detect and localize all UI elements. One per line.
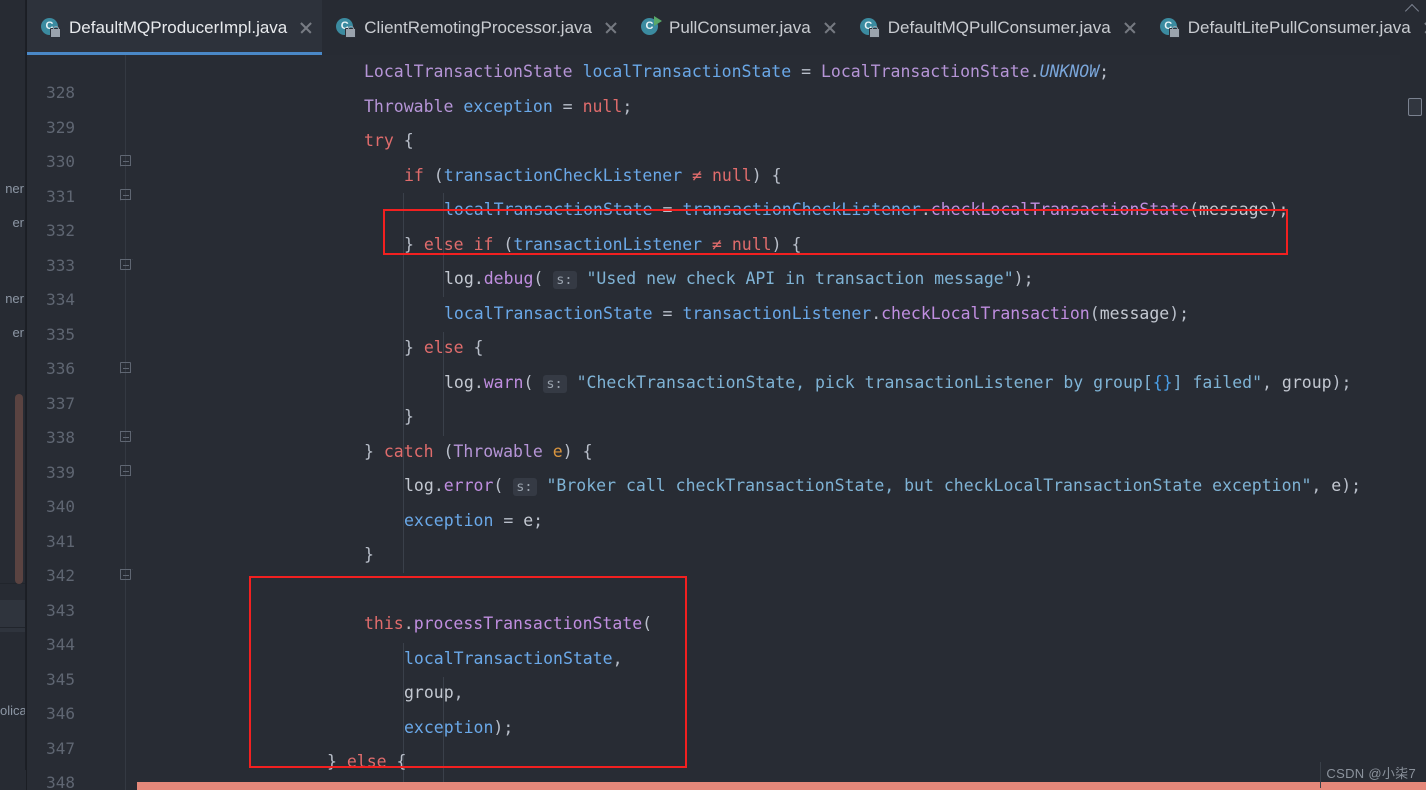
project-tree-item[interactable]: ner <box>0 288 25 310</box>
close-icon[interactable] <box>1122 20 1138 36</box>
line-number: 343 <box>46 600 75 620</box>
project-tree-panel[interactable]: ner er ner er olica <box>0 0 26 790</box>
line-number: 336 <box>46 359 75 378</box>
tab-PullConsumer[interactable]: C PullConsumer.java <box>627 0 846 55</box>
bottom-panel-strip <box>137 782 1426 790</box>
line-number: 344 <box>46 635 75 654</box>
fold-marker[interactable] <box>118 430 134 446</box>
project-tree-item[interactable]: er <box>0 212 25 234</box>
project-tree-item[interactable]: ner <box>0 178 25 200</box>
code-line[interactable]: group, <box>137 676 1426 711</box>
fold-marker[interactable] <box>118 154 134 170</box>
code-line[interactable]: log.error( s: "Broker call checkTransact… <box>137 469 1426 504</box>
line-number: 340 <box>46 497 75 516</box>
project-tree-item[interactable]: er <box>0 322 25 344</box>
tab-DefaultLitePullConsumer[interactable]: C DefaultLitePullConsumer.java <box>1146 0 1426 55</box>
code-line[interactable]: localTransactionState = transactionCheck… <box>137 193 1426 228</box>
tab-label: ClientRemotingProcessor.java <box>364 17 592 37</box>
line-number: 346 <box>46 704 75 723</box>
code-line[interactable]: exception); <box>137 711 1426 746</box>
line-number: 338 <box>46 428 75 447</box>
line-number: 330 <box>46 152 75 171</box>
code-line[interactable]: exception = e; <box>137 504 1426 539</box>
watermark-divider <box>1320 762 1321 788</box>
line-number: 348 <box>46 773 75 790</box>
inlay-parameter-hint: s: <box>553 271 577 289</box>
code-line[interactable]: } <box>137 400 1426 435</box>
fold-marker[interactable] <box>118 568 134 584</box>
panel-divider <box>0 627 25 628</box>
editor-gutter[interactable]: 328 329 330 331 332 333 334 335 336 337 … <box>27 55 137 790</box>
code-line[interactable]: if (transactionCheckListener ≠ null) { <box>137 159 1426 194</box>
code-line[interactable]: LocalTransactionState localTransactionSt… <box>137 55 1426 90</box>
bottom-panel-left-gap <box>0 770 26 790</box>
inlay-parameter-hint: s: <box>513 478 537 496</box>
line-number: 337 <box>46 393 75 413</box>
code-line[interactable]: Throwable exception = null; <box>137 90 1426 125</box>
fold-marker[interactable] <box>118 361 134 377</box>
java-class-icon: C <box>859 18 880 38</box>
close-icon[interactable] <box>1422 20 1426 36</box>
close-icon[interactable] <box>298 20 314 36</box>
fold-marker[interactable] <box>118 258 134 274</box>
code-line[interactable]: try { <box>137 124 1426 159</box>
bookmark-icon[interactable] <box>1408 98 1422 116</box>
tab-label: DefaultMQPullConsumer.java <box>887 17 1111 37</box>
editor-tab-bar: C DefaultMQProducerImpl.java C ClientRem… <box>27 0 1426 55</box>
line-number: 332 <box>46 221 75 240</box>
watermark: CSDN @小柒7 <box>1326 766 1416 781</box>
line-number: 347 <box>46 738 75 758</box>
code-line[interactable]: this.processTransactionState( <box>137 607 1426 642</box>
code-line[interactable]: } else { <box>137 331 1426 366</box>
code-line[interactable]: } else if (transactionListener ≠ null) { <box>137 228 1426 263</box>
line-number: 329 <box>46 117 75 137</box>
tab-DefaultMQProducerImpl[interactable]: C DefaultMQProducerImpl.java <box>27 0 323 55</box>
close-icon[interactable] <box>822 20 838 36</box>
line-number: 342 <box>46 566 75 585</box>
close-icon[interactable] <box>603 20 619 36</box>
tab-DefaultMQPullConsumer[interactable]: C DefaultMQPullConsumer.java <box>846 0 1146 55</box>
editor-right-strip[interactable] <box>1400 55 1426 790</box>
code-line[interactable]: } <box>137 538 1426 573</box>
inlay-parameter-hint: s: <box>543 374 567 393</box>
tab-label: PullConsumer.java <box>668 17 811 37</box>
code-line[interactable]: } else { <box>137 745 1426 780</box>
java-class-icon: C <box>41 18 61 38</box>
tab-label: DefaultMQProducerImpl.java <box>69 17 288 37</box>
ide-window: ner er ner er olica C DefaultMQProducerI… <box>0 0 1426 790</box>
tab-label: DefaultLitePullConsumer.java <box>1187 17 1411 37</box>
code-line[interactable]: } catch (Throwable e) { <box>137 435 1426 470</box>
java-runnable-class-icon: C <box>640 16 662 37</box>
line-number: 328 <box>46 83 75 102</box>
line-number: 333 <box>46 255 75 275</box>
fold-marker[interactable] <box>118 464 134 480</box>
code-line[interactable]: log.debug( s: "Used new check API in tra… <box>137 262 1426 297</box>
code-line[interactable]: localTransactionState = transactionListe… <box>137 297 1426 332</box>
line-number: 331 <box>46 186 75 206</box>
project-tree-scrollbar[interactable] <box>15 394 23 584</box>
line-number: 334 <box>46 290 75 309</box>
line-number: 341 <box>46 531 75 551</box>
line-number: 339 <box>46 462 75 482</box>
line-number: 335 <box>46 324 75 344</box>
editor-area: C DefaultMQProducerImpl.java C ClientRem… <box>26 0 1426 790</box>
code-line[interactable] <box>137 573 1426 608</box>
fold-marker[interactable] <box>118 188 134 204</box>
java-class-icon: C <box>1159 18 1180 38</box>
code-editor[interactable]: LocalTransactionState localTransactionSt… <box>137 55 1426 790</box>
code-line[interactable]: log.warn( s: "CheckTransactionState, pic… <box>137 366 1426 401</box>
project-tree-item[interactable]: olica <box>0 700 25 722</box>
line-number: 345 <box>46 669 75 689</box>
code-line[interactable]: localTransactionState, <box>137 642 1426 677</box>
tab-ClientRemotingProcessor[interactable]: C ClientRemotingProcessor.java <box>322 0 627 55</box>
java-class-icon: C <box>336 18 357 38</box>
